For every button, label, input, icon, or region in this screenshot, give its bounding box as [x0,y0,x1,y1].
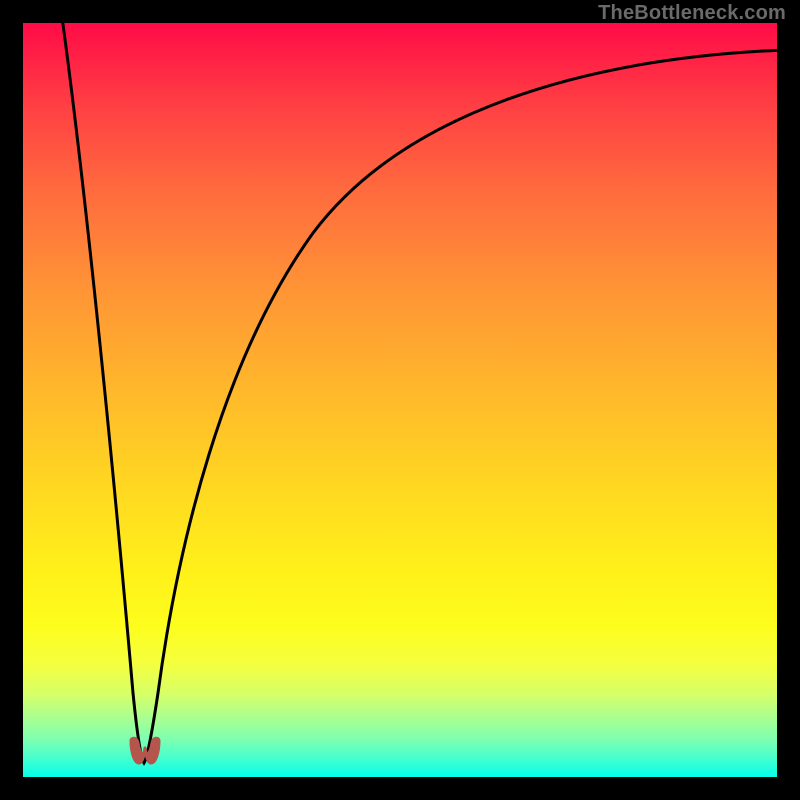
bottleneck-curve [62,23,777,763]
attribution-text: TheBottleneck.com [598,2,786,25]
chart-frame: TheBottleneck.com [0,0,800,800]
plot-area [23,23,777,777]
curve-layer [23,23,777,777]
